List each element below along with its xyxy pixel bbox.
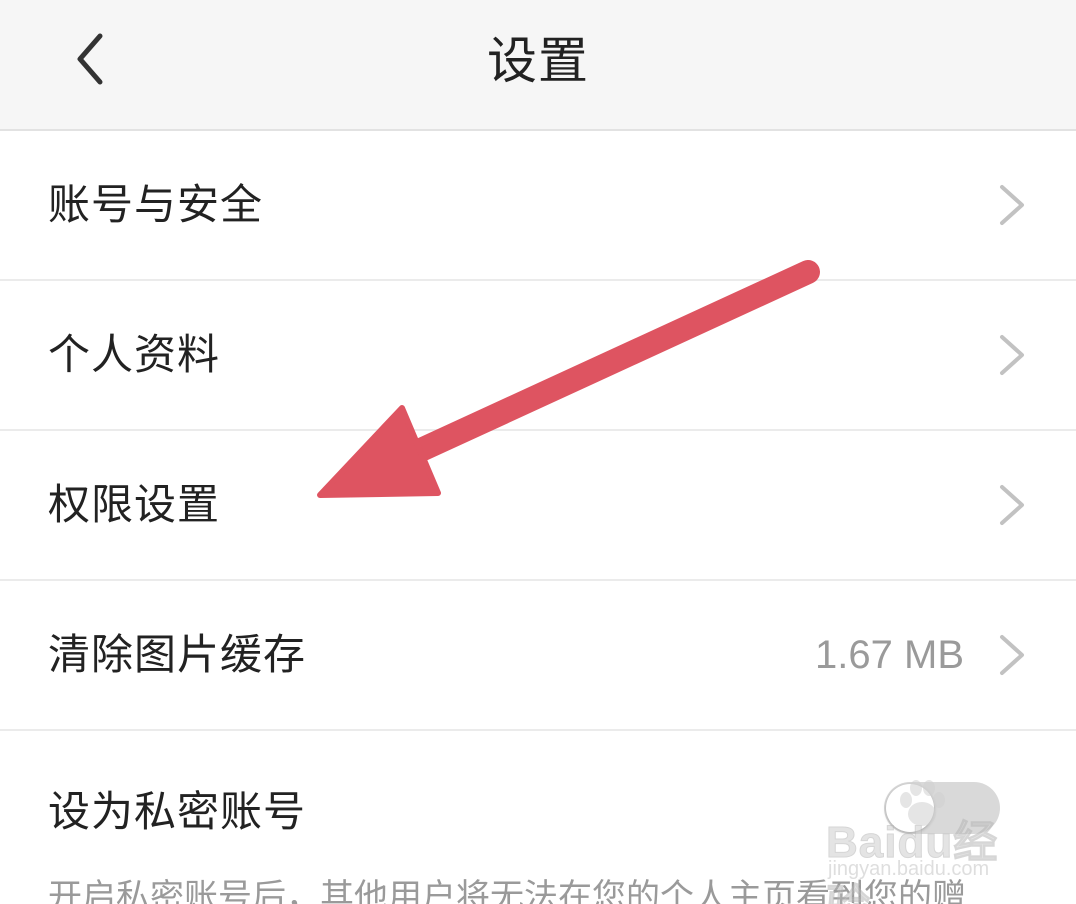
settings-row-permissions[interactable]: 权限设置 — [0, 431, 1076, 581]
settings-row-profile[interactable]: 个人资料 — [0, 281, 1076, 431]
row-label: 清除图片缓存 — [48, 630, 307, 679]
chevron-right-icon — [996, 481, 1028, 529]
chevron-right-icon — [996, 631, 1028, 679]
baidu-watermark: Baidu经验 jingyan.baidu.com — [826, 776, 1026, 904]
chevron-right-icon — [996, 331, 1028, 379]
header-bar: 设置 — [0, 0, 1076, 131]
settings-row-clear-cache[interactable]: 清除图片缓存 1.67 MB — [0, 581, 1076, 731]
row-label: 账号与安全 — [48, 180, 264, 229]
watermark-url: jingyan.baidu.com — [828, 858, 990, 880]
row-label: 权限设置 — [48, 480, 221, 529]
cache-size-value: 1.67 MB — [815, 633, 964, 677]
chevron-right-icon — [996, 181, 1028, 229]
row-label: 个人资料 — [48, 330, 221, 379]
watermark-logo: Baidu经验 — [826, 818, 999, 904]
settings-page: 设置 账号与安全 个人资料 权限设置 清除图片缓存 1.67 MB 设为私密账号… — [0, 0, 1076, 904]
page-title: 设置 — [487, 32, 589, 90]
settings-row-account-security[interactable]: 账号与安全 — [0, 131, 1076, 281]
row-label: 设为私密账号 — [48, 787, 307, 836]
